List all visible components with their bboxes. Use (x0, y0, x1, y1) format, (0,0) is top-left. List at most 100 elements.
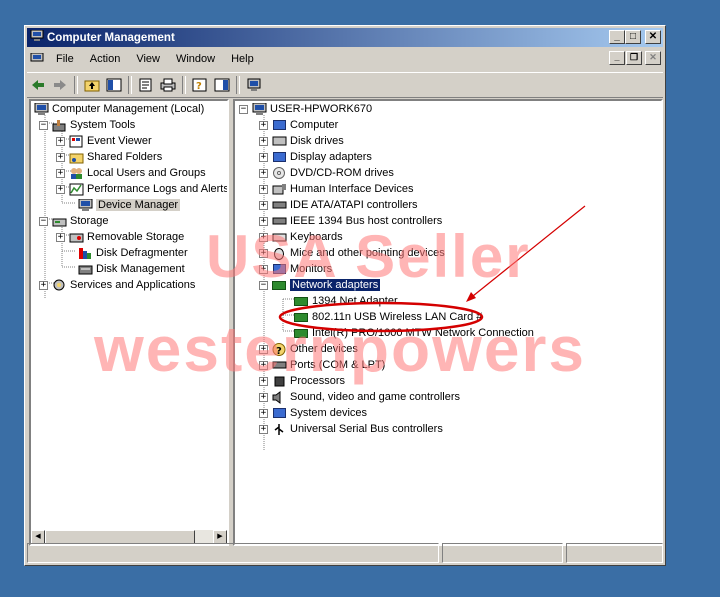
console-tree-pane[interactable]: Computer Management (Local) − System Too… (29, 99, 229, 546)
scroll-thumb[interactable] (45, 530, 195, 544)
tree-item-device-manager[interactable]: Device Manager (77, 197, 181, 213)
expand-icon[interactable]: + (259, 248, 268, 258)
up-one-level-icon[interactable] (81, 75, 103, 95)
expand-icon[interactable]: + (56, 152, 65, 162)
expand-icon[interactable]: + (259, 408, 268, 418)
mdi-minimize-button[interactable]: _ (609, 51, 625, 65)
processor-icon (271, 374, 287, 388)
computer-icon (251, 102, 267, 116)
menu-action[interactable]: Action (82, 53, 129, 65)
expand-icon[interactable]: + (259, 392, 268, 402)
device-category-monitors[interactable]: + Monitors (259, 261, 332, 277)
device-category-usb-controllers[interactable]: + Universal Serial Bus controllers (259, 421, 443, 437)
expand-icon[interactable]: + (259, 344, 268, 354)
menu-window[interactable]: Window (168, 53, 223, 65)
device-intel-pro-1000[interactable]: Intel(R) PRO/1000 MTW Network Connection (293, 325, 534, 341)
expand-icon[interactable]: + (259, 216, 268, 226)
collapse-icon[interactable]: − (39, 216, 48, 226)
device-category-disk-drives[interactable]: + Disk drives (259, 133, 344, 149)
device-category-computer[interactable]: + Computer (259, 117, 338, 133)
mdi-controls: _ ❐ ✕ (609, 51, 661, 65)
expand-icon[interactable]: + (259, 424, 268, 434)
unknown-device-icon: ? (271, 342, 287, 356)
tree-item-storage[interactable]: − Storage (39, 213, 109, 229)
expand-icon[interactable]: + (259, 136, 268, 146)
device-category-processors[interactable]: + Processors (259, 373, 345, 389)
device-category-network-adapters[interactable]: − Network adapters (259, 277, 381, 293)
expand-icon[interactable]: + (259, 184, 268, 194)
computer-scan-icon[interactable] (243, 75, 265, 95)
expand-icon[interactable]: + (56, 168, 65, 178)
expand-icon[interactable]: + (56, 136, 65, 146)
device-tree-root[interactable]: − USER-HPWORK670 (239, 101, 372, 117)
device-category-ports[interactable]: + Ports (COM & LPT) (259, 357, 385, 373)
mdi-restore-button[interactable]: ❐ (626, 51, 642, 65)
print-icon[interactable] (157, 75, 179, 95)
device-category-dvd-cdrom[interactable]: + DVD/CD-ROM drives (259, 165, 394, 181)
device-category-sound-video[interactable]: + Sound, video and game controllers (259, 389, 460, 405)
expand-icon[interactable]: + (56, 184, 65, 194)
device-tree-pane[interactable]: − USER-HPWORK670 + Computer + Disk drives … (233, 99, 663, 546)
tree-item-shared-folders[interactable]: + Shared Folders (56, 149, 162, 165)
device-category-mice[interactable]: + Mice and other pointing devices (259, 245, 445, 261)
close-button[interactable]: ✕ (645, 30, 661, 44)
storage-icon (51, 214, 67, 228)
device-category-display-adapters[interactable]: + Display adapters (259, 149, 372, 165)
device-category-ieee1394[interactable]: + IEEE 1394 Bus host controllers (259, 213, 442, 229)
expand-icon[interactable]: + (259, 264, 268, 274)
expand-icon[interactable]: + (259, 120, 268, 130)
collapse-icon[interactable]: − (39, 120, 48, 130)
forward-icon[interactable] (49, 75, 71, 95)
minimize-button[interactable]: _ (609, 30, 625, 44)
cd-drive-icon (271, 166, 287, 180)
status-panel-3 (565, 543, 663, 563)
expand-icon[interactable]: + (56, 232, 65, 242)
tree-item-local-users[interactable]: + Local Users and Groups (56, 165, 206, 181)
menu-help[interactable]: Help (223, 53, 262, 65)
tree-item-computer-management[interactable]: Computer Management (Local) (33, 101, 204, 117)
mdi-child-icon[interactable] (29, 52, 45, 66)
scroll-left-button[interactable]: ◀ (31, 530, 45, 544)
expand-icon[interactable]: + (259, 200, 268, 210)
tree-item-event-viewer[interactable]: + Event Viewer (56, 133, 152, 149)
device-1394-net-adapter[interactable]: 1394 Net Adapter (293, 293, 398, 309)
expand-icon[interactable]: + (259, 152, 268, 162)
device-category-system-devices[interactable]: + System devices (259, 405, 367, 421)
expand-icon[interactable]: + (259, 232, 268, 242)
removable-storage-icon (68, 230, 84, 244)
keyboard-icon (271, 230, 287, 244)
mouse-icon (271, 246, 287, 260)
device-category-keyboards[interactable]: + Keyboards (259, 229, 343, 245)
status-bar (27, 543, 663, 563)
expand-icon[interactable]: + (259, 360, 268, 370)
tree-item-disk-defragmenter[interactable]: Disk Defragmenter (77, 245, 188, 261)
tree-item-removable-storage[interactable]: + Removable Storage (56, 229, 184, 245)
back-icon[interactable] (27, 75, 49, 95)
title-bar[interactable]: Computer Management _ □ ✕ (27, 28, 663, 47)
disk-management-icon (77, 262, 93, 276)
tree-item-services-applications[interactable]: + Services and Applications (39, 277, 195, 293)
collapse-icon[interactable]: − (259, 280, 268, 290)
maximize-button[interactable]: □ (625, 30, 641, 44)
network-adapter-icon (293, 310, 309, 324)
tree-item-performance-logs[interactable]: + Performance Logs and Alerts (56, 181, 227, 197)
menu-view[interactable]: View (128, 53, 168, 65)
device-category-ide-ata[interactable]: + IDE ATA/ATAPI controllers (259, 197, 418, 213)
expand-icon[interactable]: + (259, 168, 268, 178)
mdi-close-button[interactable]: ✕ (645, 51, 661, 65)
action-pane-icon[interactable] (211, 75, 233, 95)
device-category-hid[interactable]: + Human Interface Devices (259, 181, 414, 197)
tree-item-disk-management[interactable]: Disk Management (77, 261, 185, 277)
properties-icon[interactable] (135, 75, 157, 95)
show-hide-tree-icon[interactable] (103, 75, 125, 95)
scroll-right-button[interactable]: ▶ (213, 530, 227, 544)
tree-item-system-tools[interactable]: − System Tools (39, 117, 135, 133)
expand-icon[interactable]: + (259, 376, 268, 386)
device-usb-wireless-lan-card[interactable]: 802.11n USB Wireless LAN Card # (293, 309, 482, 325)
help-icon[interactable]: ? (189, 75, 211, 95)
expand-icon[interactable]: + (39, 280, 48, 290)
collapse-icon[interactable]: − (239, 104, 248, 114)
horizontal-scrollbar[interactable]: ◀ ▶ (31, 530, 227, 544)
device-category-other-devices[interactable]: +? Other devices (259, 341, 358, 357)
menu-file[interactable]: File (48, 53, 82, 65)
